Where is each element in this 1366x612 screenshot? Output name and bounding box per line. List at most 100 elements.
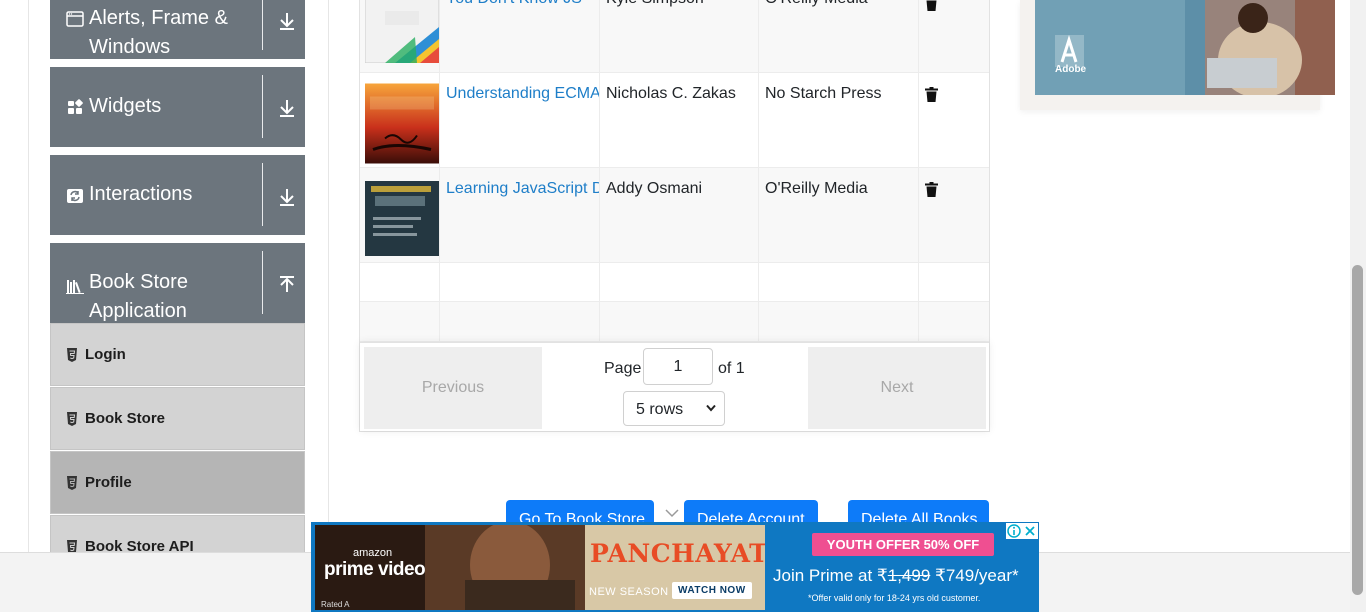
sidebar-group-book-store-application[interactable]: Book Store Application: [50, 243, 305, 323]
sidebar-group-interactions[interactable]: Interactions: [50, 155, 305, 235]
sidebar-item-profile[interactable]: Profile: [50, 451, 305, 514]
chevron-down-icon: [706, 404, 716, 412]
sidebar-item-label: Login: [85, 346, 126, 363]
sidebar-group-title: Book Store Application: [89, 271, 188, 322]
next-page-button[interactable]: Next: [808, 347, 986, 429]
divider: [262, 251, 263, 314]
previous-page-button[interactable]: Previous: [364, 347, 542, 429]
table-row-empty: [360, 263, 989, 302]
ad-join-prefix: Join Prime at ₹: [773, 566, 888, 585]
book-title-link[interactable]: Learning JavaScript Design Patterns: [446, 178, 599, 200]
author-cell: Addy Osmani: [600, 168, 759, 262]
ad-rating: Rated A: [321, 600, 350, 609]
page-total-label: of 1: [718, 360, 745, 377]
book-title-link[interactable]: Understanding ECMAScript 6: [446, 83, 599, 105]
image-cell: [360, 73, 440, 167]
download-arrow-icon[interactable]: [278, 98, 296, 118]
table-row-empty: [360, 302, 989, 342]
ad-fine-print: *Offer valid only for 18-24 yrs old cust…: [808, 593, 981, 603]
ad-price-text: Join Prime at ₹1,499 ₹749/year*: [773, 566, 1019, 586]
page-label: Page: [604, 360, 642, 377]
ad-brand-small: amazon: [353, 547, 393, 559]
ad-show-title: PANCHAYAT: [590, 539, 765, 568]
html5-icon: [67, 476, 77, 490]
table-row: Learning JavaScript Design Patterns Addy…: [360, 168, 989, 263]
book-publisher: O'Reilly Media: [765, 180, 868, 197]
title-cell: Learning JavaScript Design Patterns: [440, 168, 600, 262]
ad-brand: prime video: [324, 559, 426, 580]
empty-cell: [360, 263, 440, 301]
html5-icon: [67, 412, 77, 426]
publisher-cell: O'Reilly Media: [759, 0, 919, 72]
trash-icon[interactable]: [925, 0, 938, 11]
book-author: Kyle Simpson: [606, 0, 704, 10]
pagination-bar: Previous Page of 1 5 rows Next: [360, 342, 989, 431]
sidebar-item-login[interactable]: Login: [50, 323, 305, 386]
sidebar-item-label: Profile: [85, 474, 132, 491]
image-cell: [360, 0, 440, 72]
trash-icon[interactable]: [925, 182, 938, 197]
book-author: Nicholas C. Zakas: [606, 85, 736, 102]
ad-brand: Adobe: [1055, 64, 1087, 75]
empty-cell: [600, 302, 759, 341]
ad-close-icon[interactable]: [1022, 523, 1038, 539]
sidebar-group-alerts-frame-windows[interactable]: Alerts, Frame & Windows: [50, 0, 305, 59]
ad-offer-badge: YOUTH OFFER 50% OFF: [812, 533, 994, 556]
author-cell: Kyle Simpson: [600, 0, 759, 72]
empty-cell: [440, 263, 600, 301]
rows-per-page-value: 5 rows: [636, 401, 684, 418]
rows-per-page-select[interactable]: 5 rows: [623, 391, 725, 426]
bottom-advertisement[interactable]: amazon prime video Rated A PANCHAYAT NEW…: [311, 522, 1039, 612]
sidebar-group-widgets[interactable]: Widgets: [50, 67, 305, 147]
divider: [262, 0, 263, 50]
book-publisher: O'Reilly Media: [765, 0, 868, 10]
publisher-cell: O'Reilly Media: [759, 168, 919, 262]
sidebar-group-title: Widgets: [89, 95, 162, 117]
chevron-down-icon: [665, 509, 679, 518]
image-cell: [360, 168, 440, 262]
divider: [262, 75, 263, 138]
library-icon: [66, 280, 84, 294]
side-advertisement[interactable]: Adobe: [1020, 0, 1335, 110]
action-cell: [919, 0, 989, 72]
book-cover-image: [365, 83, 439, 164]
ad-info-icon[interactable]: [1006, 523, 1022, 539]
books-table: You Don't Know JS Kyle Simpson O'Reilly …: [359, 0, 990, 432]
author-cell: Nicholas C. Zakas: [600, 73, 759, 167]
sidebar-right-border: [328, 0, 329, 552]
trash-icon[interactable]: [925, 87, 938, 102]
ad-new-price: ₹749/year*: [930, 566, 1019, 585]
download-arrow-icon[interactable]: [278, 11, 296, 31]
book-publisher: No Starch Press: [765, 85, 882, 102]
page-number-input[interactable]: [643, 348, 713, 385]
book-cover-image: [365, 0, 439, 63]
html5-icon: [67, 348, 77, 362]
action-cell: [919, 168, 989, 262]
empty-cell: [919, 302, 989, 341]
ad-visual: amazon prime video Rated A PANCHAYAT NEW…: [315, 525, 765, 610]
divider: [262, 163, 263, 226]
sidebar-item-book-store[interactable]: Book Store: [50, 387, 305, 450]
empty-cell: [919, 263, 989, 301]
book-author: Addy Osmani: [606, 180, 703, 197]
table-row: Understanding ECMAScript 6 Nicholas C. Z…: [360, 73, 989, 168]
empty-cell: [759, 263, 919, 301]
publisher-cell: No Starch Press: [759, 73, 919, 167]
ad-watch-now-button[interactable]: WATCH NOW: [672, 582, 752, 599]
ad-image: [1035, 0, 1335, 95]
empty-cell: [440, 302, 600, 341]
title-cell: Understanding ECMAScript 6: [440, 73, 600, 167]
scrollbar-thumb[interactable]: [1352, 265, 1363, 595]
empty-cell: [360, 302, 440, 341]
upload-arrow-icon[interactable]: [278, 275, 296, 295]
sidebar-left-border: [28, 0, 29, 552]
sidebar-group-title: Alerts, Frame & Windows: [89, 7, 228, 58]
download-arrow-icon[interactable]: [278, 187, 296, 207]
empty-cell: [600, 263, 759, 301]
window-icon: [66, 11, 84, 27]
table-row: You Don't Know JS Kyle Simpson O'Reilly …: [360, 0, 989, 73]
book-title-link[interactable]: You Don't Know JS: [446, 0, 582, 10]
book-cover-image: [365, 181, 439, 256]
title-cell: You Don't Know JS: [440, 0, 600, 72]
action-cell: [919, 73, 989, 167]
